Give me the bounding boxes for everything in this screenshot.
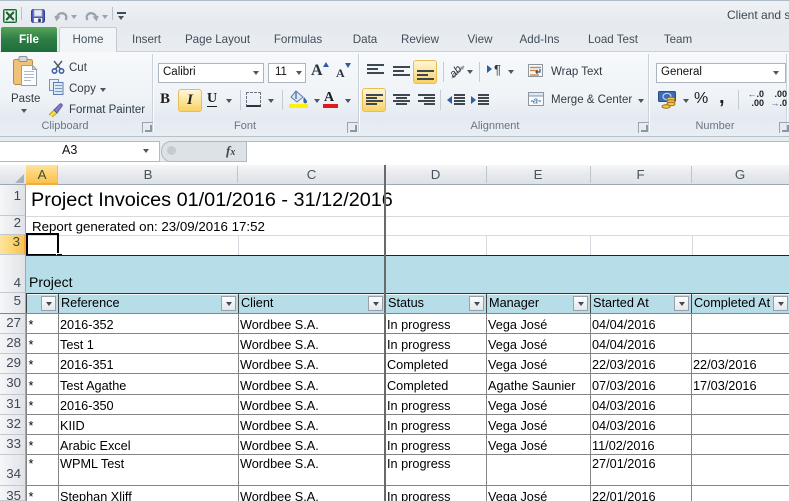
- svg-text:a: a: [533, 96, 538, 106]
- svg-text:ab: ab: [449, 63, 464, 80]
